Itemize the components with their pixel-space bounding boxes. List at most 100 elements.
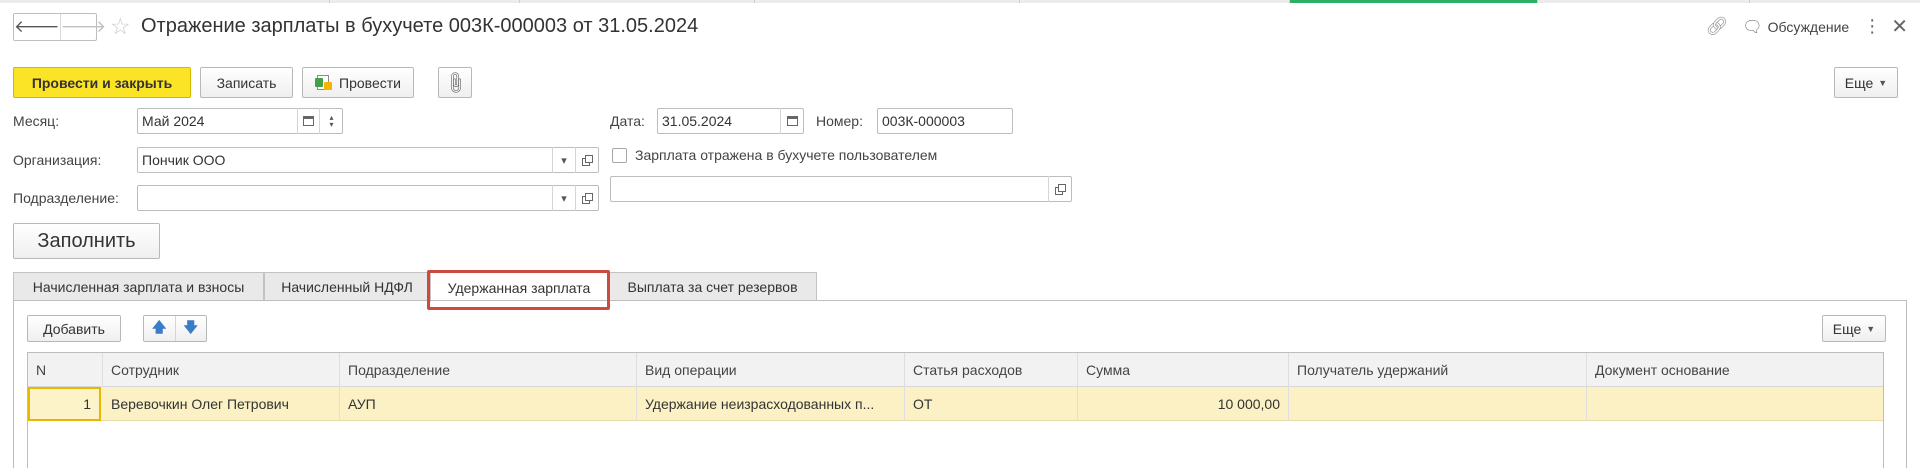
column-header[interactable]: Получатель удержаний: [1289, 353, 1587, 387]
reflected-checkbox[interactable]: [612, 148, 627, 163]
date-value: 31.05.2024: [662, 113, 733, 129]
attach-files-button[interactable]: 📎︎: [438, 67, 472, 98]
calendar-button[interactable]: [297, 108, 319, 134]
department-field[interactable]: ▾: [137, 185, 599, 211]
organization-dropdown-button[interactable]: ▾: [552, 147, 575, 173]
add-row-button[interactable]: Добавить: [27, 315, 121, 342]
tab-label: Начисленная зарплата и взносы: [32, 279, 245, 295]
save-button[interactable]: Записать: [200, 67, 293, 98]
row-number-cell[interactable]: 1: [28, 387, 101, 421]
open-form-icon: [1055, 183, 1066, 195]
date-calendar-button[interactable]: [780, 108, 804, 134]
column-header[interactable]: Сумма: [1078, 353, 1289, 387]
tab-label: Удержанная зарплата: [447, 279, 591, 296]
spin-down-icon: ▾: [329, 120, 334, 129]
window-tab[interactable]: [330, 0, 520, 3]
open-form-icon: [582, 154, 593, 166]
organization-label: Организация:: [13, 152, 102, 168]
withheld-salary-table[interactable]: N Сотрудник Подразделение Вид операции С…: [27, 352, 1884, 468]
fill-label: Заполнить: [37, 229, 136, 252]
table-header: N Сотрудник Подразделение Вид операции С…: [28, 353, 1883, 387]
dropdown-arrow-icon: ▾: [561, 192, 567, 205]
organization-open-button[interactable]: [575, 147, 599, 173]
window-tab[interactable]: [1020, 0, 1290, 3]
department-open-button[interactable]: [575, 185, 599, 211]
arrow-left-icon: 🡐: [14, 17, 60, 36]
window-tab-active[interactable]: [1290, 0, 1538, 3]
tab-withheld-salary[interactable]: Удержанная зарплата: [430, 272, 608, 302]
month-label: Месяц:: [13, 113, 60, 129]
link-icon[interactable]: 🔗︎: [1705, 16, 1728, 37]
add-label: Добавить: [43, 320, 105, 337]
column-header[interactable]: Статья расходов: [905, 353, 1078, 387]
month-field[interactable]: Май 2024 ▴ ▾: [137, 108, 343, 134]
number-field[interactable]: 003К-000003: [877, 108, 1013, 134]
window-tab[interactable]: [0, 0, 330, 3]
dropdown-arrow-icon: ▾: [561, 154, 567, 167]
paperclip-icon: 📎︎: [441, 69, 468, 97]
organization-value: Пончик ООО: [142, 152, 226, 168]
post-and-close-button[interactable]: Провести и закрыть: [13, 67, 191, 98]
number-label: Номер:: [816, 113, 863, 129]
history-navigation: 🡐 🡒: [13, 13, 106, 41]
responsible-user-input[interactable]: [611, 177, 1071, 201]
user-open-button[interactable]: [1048, 176, 1072, 202]
window-tab[interactable]: [1538, 0, 1750, 3]
arrow-right-icon: 🡒: [60, 17, 107, 36]
open-form-icon: [582, 192, 593, 204]
column-header[interactable]: Документ основание: [1587, 353, 1883, 387]
more-vertical-icon[interactable]: ⋮: [1863, 16, 1881, 37]
recipient-cell[interactable]: [1289, 387, 1587, 421]
open-windows-strip: [0, 0, 1920, 3]
number-value: 003К-000003: [882, 113, 965, 129]
operation-type-cell[interactable]: Удержание неизрасходованных п...: [637, 387, 905, 421]
post-button[interactable]: Провести: [302, 67, 414, 98]
date-field[interactable]: 31.05.2024: [657, 108, 804, 134]
tab-accrued-ndfl[interactable]: Начисленный НДФЛ: [264, 272, 430, 301]
amount-cell[interactable]: 10 000,00: [1078, 387, 1289, 421]
window-tab[interactable]: [520, 0, 755, 3]
post-and-close-label: Провести и закрыть: [31, 74, 173, 91]
back-button[interactable]: 🡐: [14, 14, 60, 40]
table-more-label: Еще: [1832, 320, 1862, 337]
more-button[interactable]: Еще ▼: [1834, 67, 1898, 98]
employee-cell[interactable]: Веревочкин Олег Петрович: [103, 387, 340, 421]
tab-label: Начисленный НДФЛ: [281, 279, 413, 295]
calendar-icon: [303, 116, 314, 126]
reflected-label: Зарплата отражена в бухучете пользовател…: [635, 147, 938, 163]
expense-item-cell[interactable]: ОТ: [905, 387, 1078, 421]
month-spinner[interactable]: ▴ ▾: [319, 108, 343, 134]
date-label: Дата:: [610, 113, 645, 129]
column-header[interactable]: Подразделение: [340, 353, 637, 387]
table-more-button[interactable]: Еще ▼: [1822, 315, 1886, 342]
move-up-button[interactable]: 🡅: [144, 316, 175, 341]
forward-button[interactable]: 🡒: [59, 14, 107, 40]
star-icon[interactable]: ☆: [110, 14, 131, 38]
table-row[interactable]: 1 Веревочкин Олег Петрович АУП Удержание…: [28, 387, 1883, 421]
close-icon[interactable]: ✕: [1891, 14, 1908, 39]
discussion-button[interactable]: 🗨︎ Обсуждение: [1742, 17, 1849, 37]
column-header[interactable]: Вид операции: [637, 353, 905, 387]
department-cell[interactable]: АУП: [340, 387, 637, 421]
chevron-down-icon: ▼: [1878, 77, 1888, 88]
tab-accrued-salary[interactable]: Начисленная зарплата и взносы: [13, 272, 264, 301]
fill-button[interactable]: Заполнить: [13, 223, 160, 259]
move-rows-group: 🡅 🡇: [143, 315, 207, 342]
month-value: Май 2024: [142, 113, 205, 129]
chevron-down-icon: ▼: [1866, 323, 1876, 334]
window-tab[interactable]: [755, 0, 1020, 3]
department-dropdown-button[interactable]: ▾: [552, 185, 575, 211]
column-header[interactable]: N: [28, 353, 103, 387]
tab-reserve-payments[interactable]: Выплата за счет резервов: [608, 272, 817, 301]
move-down-button[interactable]: 🡇: [174, 316, 207, 341]
page-title: Отражение зарплаты в бухучете 003К-00000…: [141, 15, 699, 37]
department-input[interactable]: [138, 186, 598, 210]
responsible-user-field[interactable]: [610, 176, 1072, 202]
organization-field[interactable]: Пончик ООО ▾: [137, 147, 599, 173]
save-label: Записать: [216, 74, 277, 91]
calendar-icon: [787, 116, 798, 126]
department-label: Подразделение:: [13, 190, 119, 206]
basis-document-cell[interactable]: [1587, 387, 1883, 421]
chat-icon: 🗨︎: [1742, 18, 1763, 36]
column-header[interactable]: Сотрудник: [103, 353, 340, 387]
